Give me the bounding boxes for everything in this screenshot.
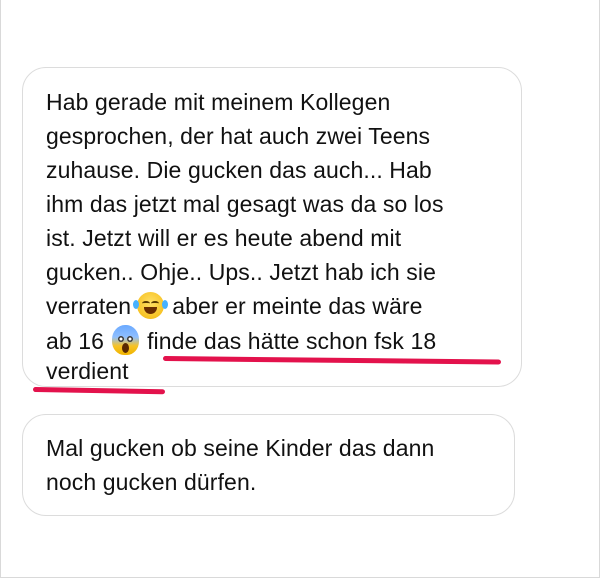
laughing-tears-emoji-icon <box>133 292 169 319</box>
message-1-text-fsk: finde das hätte schon fsk 18 <box>147 328 437 354</box>
message-1-line-6: gucken.. Ohje.. Ups.. Jetzt hab ich sie <box>46 259 436 285</box>
message-1-line-9: verdient <box>46 358 129 384</box>
message-1-line-8: ab 16 finde das hätte schon fsk 18 <box>46 325 436 356</box>
message-1-line-4: ihm das jetzt mal gesagt was da so los <box>46 191 444 217</box>
message-1-line-1: Hab gerade mit meinem Kollegen <box>46 89 391 115</box>
message-1-text-ab16: ab 16 <box>46 328 105 354</box>
message-1-line-7: verraten aber er meinte das wäre <box>46 291 423 321</box>
message-2-line-2: noch gucken dürfen. <box>46 469 257 495</box>
message-bubble-2 <box>22 414 515 516</box>
message-2-line-1: Mal gucken ob seine Kinder das dann <box>46 435 435 461</box>
screaming-face-emoji-icon <box>112 325 140 355</box>
message-1-line-3: zuhause. Die gucken das auch... Hab <box>46 157 432 183</box>
message-1-text-wäre: aber er meinte das wäre <box>172 293 423 319</box>
message-1-line-2: gesprochen, der hat auch zwei Teens <box>46 123 431 149</box>
message-1-text-verraten: verraten <box>46 293 132 319</box>
message-1-line-5: ist. Jetzt will er es heute abend mit <box>46 225 402 251</box>
